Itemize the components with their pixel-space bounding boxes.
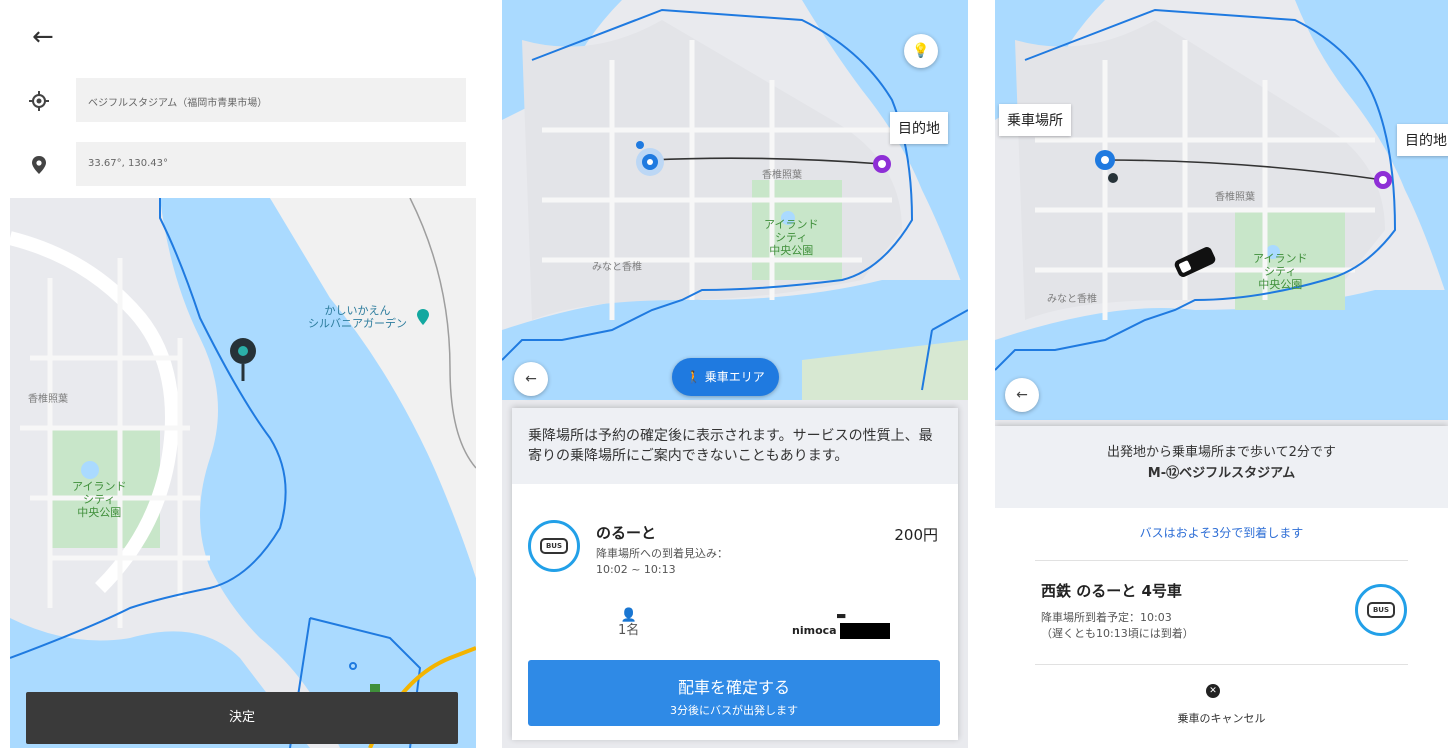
park-label-line: シティ	[83, 493, 116, 506]
back-arrow-icon[interactable]: ←	[514, 362, 548, 396]
destination-field[interactable]: 33.67°, 130.43°	[76, 142, 466, 186]
selected-location-marker-icon[interactable]	[228, 336, 258, 382]
boarding-notice: 乗降場所は予約の確定後に表示されます。サービスの性質上、最寄りの乗降場所にご案内…	[512, 408, 958, 484]
service-name: のるーと	[596, 524, 657, 542]
pickup-bubble: 乗車場所	[999, 104, 1071, 136]
park-label-line: 中央公園	[769, 244, 814, 257]
map-view[interactable]: アイランド シティ 中央公園 かしいかえん シルバニアガーデン 香椎照葉	[10, 198, 476, 748]
bus-service-icon: BUS	[1355, 584, 1407, 636]
passenger-count-label: 1名	[618, 623, 640, 638]
park-label-line: 中央公園	[77, 506, 122, 519]
district-label: みなと香椎	[592, 262, 642, 273]
district-label: みなと香椎	[1047, 294, 1097, 305]
walk-info: 出発地から乗車場所まで歩いて2分です M-⑫ベジフルスタジアム	[995, 426, 1448, 508]
park-label: アイランド シティ 中央公園	[1253, 252, 1307, 291]
decide-button[interactable]: 決定	[26, 692, 458, 744]
garden-label: かしいかえん シルバニアガーデン	[308, 304, 407, 330]
destination-row: 33.67°, 130.43°	[10, 142, 476, 188]
district-label: 香椎照葉	[28, 394, 68, 405]
location-pin-icon	[32, 156, 46, 174]
passenger-count[interactable]: 👤 1名	[618, 608, 639, 638]
bus-service-icon: BUS	[528, 520, 580, 572]
my-location-icon	[29, 91, 49, 111]
park-label-line: アイランド	[72, 480, 127, 493]
confirm-dispatch-title: 配車を確定する	[677, 678, 790, 697]
service-price: 200円	[894, 526, 938, 544]
destination-bubble: 目的地	[890, 112, 948, 144]
payment-label: nimoca	[792, 624, 837, 637]
divider	[1035, 560, 1408, 561]
park-label-line: アイランド	[1253, 252, 1308, 265]
cancel-ride-button[interactable]: 乗車のキャンセル	[995, 710, 1448, 726]
confirm-dispatch-subtitle: 3分後にバスが出発します	[670, 704, 798, 717]
eta-label: 降車場所への到着見込み：	[596, 547, 728, 560]
poi-pin-icon[interactable]	[416, 308, 430, 326]
back-arrow-icon[interactable]: ←	[32, 22, 62, 52]
bus-arrival-text: バスはおよそ3分で到着します	[1139, 526, 1304, 540]
screen-ride-status: アイランド シティ 中央公園 香椎照葉 みなと香椎 乗車場所 目的地 ← 出発地…	[995, 0, 1448, 748]
eta-range: 10:02 ~ 10:13	[596, 563, 676, 576]
divider	[1035, 664, 1408, 665]
ride-area-label: 乗車エリア	[704, 370, 765, 384]
origin-field[interactable]: ベジフルスタジアム（福岡市青果市場）	[76, 78, 466, 122]
park-label: アイランド シティ 中央公園	[764, 218, 818, 257]
card-icon: ▬	[836, 609, 847, 622]
redacted-card-number	[840, 623, 891, 639]
park-label-line: 中央公園	[1258, 278, 1303, 291]
origin-row: ベジフルスタジアム（福岡市青果市場）	[10, 78, 476, 124]
back-arrow-icon[interactable]: ←	[1005, 378, 1039, 412]
confirm-dispatch-button[interactable]: 配車を確定する 3分後にバスが出発します	[528, 660, 940, 726]
walk-text: 出発地から乗車場所まで歩いて2分です	[1107, 445, 1336, 460]
district-label: 香椎照葉	[762, 170, 802, 181]
garden-label-line: シルバニアガーデン	[308, 317, 407, 330]
arrival-plan: 降車場所到着予定：10:03	[1041, 611, 1172, 624]
ride-status-card: 出発地から乗車場所まで歩いて2分です M-⑫ベジフルスタジアム バスはおよそ3分…	[995, 426, 1448, 748]
screen-location-select: ← ベジフルスタジアム（福岡市青果市場） 33.67°, 130.43° アイラ…	[10, 0, 476, 748]
ride-area-button[interactable]: 🚶 乗車エリア	[672, 358, 779, 396]
park-label-line: シティ	[1264, 265, 1297, 278]
garden-label-line: かしいかえん	[324, 304, 391, 317]
park-label-line: アイランド	[764, 218, 819, 231]
arrival-latest: （遅くとも10:13頃には到着）	[1041, 627, 1194, 640]
payment-row: nimoca	[792, 623, 891, 639]
cancel-icon[interactable]: ✕	[1206, 684, 1220, 698]
screen-booking-confirm: アイランド シティ 中央公園 香椎照葉 みなと香椎 💡 目的地 ← 🚶 乗車エリ…	[502, 0, 968, 748]
district-label: 香椎照葉	[1215, 192, 1255, 203]
walk-icon: 🚶	[686, 370, 701, 384]
park-label-line: シティ	[775, 231, 808, 244]
bus-name: 西鉄 のるーと 4号車	[1041, 582, 1182, 600]
person-icon: 👤	[620, 608, 637, 623]
lightbulb-icon[interactable]: 💡	[904, 34, 938, 68]
stop-name: M-⑫ベジフルスタジアム	[1147, 466, 1296, 481]
payment-method[interactable]: ▬ nimoca	[792, 608, 891, 639]
destination-bubble: 目的地	[1397, 124, 1448, 156]
map-canvas	[10, 198, 476, 748]
park-label: アイランド シティ 中央公園	[72, 480, 126, 519]
